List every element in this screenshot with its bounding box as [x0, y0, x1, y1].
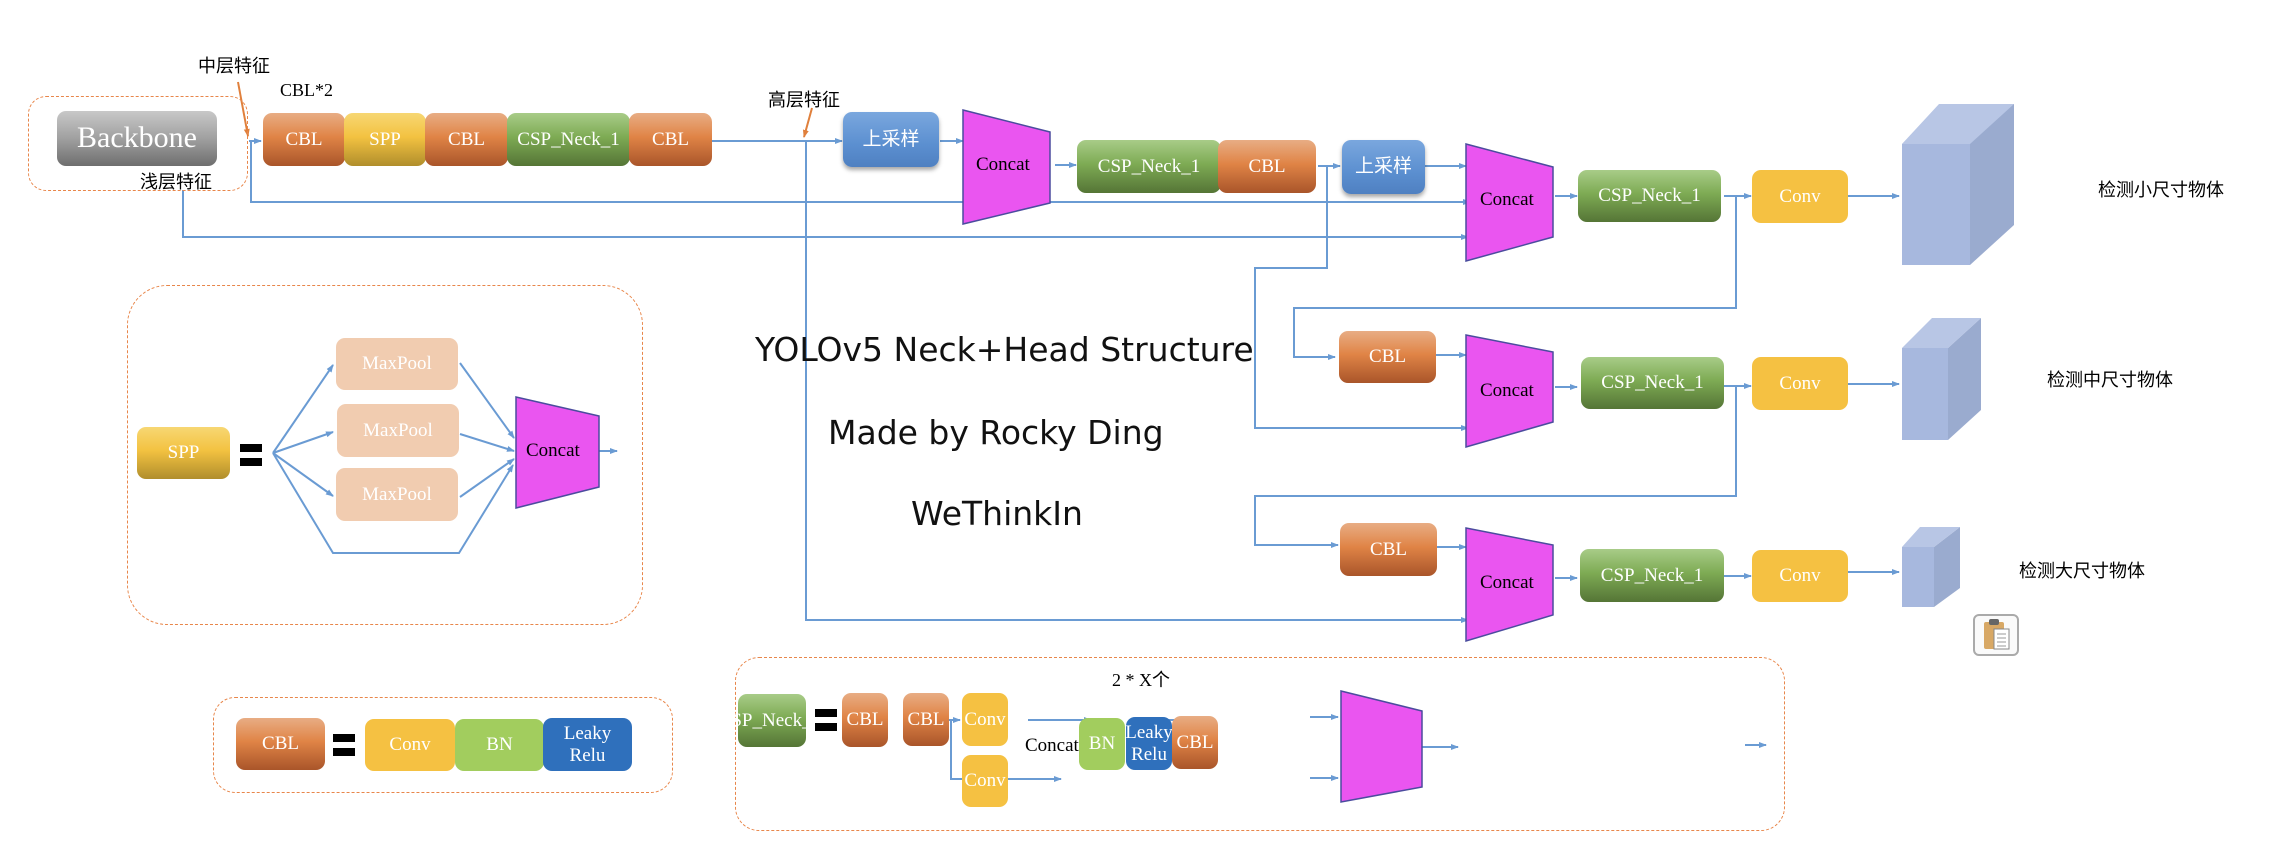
- detect-large-label: 检测大尺寸物体: [2019, 561, 2145, 582]
- top-cbl-2: CBL: [425, 113, 508, 166]
- cbl-large: CBL: [1340, 523, 1437, 576]
- cbl-mid: CBL: [1339, 331, 1436, 383]
- csp-legend-conv-1: Conv: [962, 693, 1008, 746]
- csp-legend-leaky-relu: Leaky Relu: [1125, 717, 1173, 770]
- cbl-part-conv: Conv: [365, 719, 455, 771]
- cube-large: [1902, 527, 1960, 607]
- cbl-x2-label: CBL*2: [280, 80, 334, 100]
- conv-large: Conv: [1752, 550, 1848, 602]
- arrow-high-feature: [802, 107, 813, 138]
- org-line: WeThinkIn: [911, 494, 1083, 533]
- equals-sign-cbl: [333, 734, 355, 756]
- concat-mid-label: Concat: [1480, 380, 1534, 401]
- upsample-1: 上采样: [843, 112, 939, 167]
- detect-small-label: 检测小尺寸物体: [2098, 180, 2224, 201]
- csp-legend-conv-2: Conv: [962, 755, 1008, 807]
- spp-legend-block: SPP: [137, 427, 230, 479]
- concat-2-label: Concat: [1480, 189, 1534, 210]
- diagram-title: YOLOv5 Neck+Head Structure: [755, 330, 1254, 369]
- maxpool-1: MaxPool: [336, 338, 458, 390]
- two-x-label: 2 * X个: [1112, 670, 1170, 690]
- csp-legend-cbl-2: CBL: [903, 693, 949, 746]
- csp-legend-cbl-out: CBL: [1172, 716, 1218, 769]
- conv-mid: Conv: [1752, 357, 1848, 410]
- clipboard-icon[interactable]: [1973, 614, 2019, 656]
- equals-sign-spp: [240, 444, 262, 466]
- top-csp-neck: CSP_Neck_1: [507, 113, 630, 166]
- cube-medium: [1902, 318, 1981, 440]
- neck-csp-small: CSP_Neck_1: [1578, 170, 1721, 222]
- cbl-part-bn: BN: [455, 719, 544, 771]
- csp-legend-concat-label: Concat: [1025, 735, 1079, 756]
- neck-csp-mid: CSP_Neck_1: [1581, 357, 1724, 409]
- wire-cbl-branch-down: [1254, 166, 1469, 431]
- neck-cbl-1: CBL: [1218, 140, 1316, 193]
- top-spp: SPP: [344, 113, 426, 166]
- spp-concat-label: Concat: [526, 440, 580, 461]
- neck-csp-1: CSP_Neck_1: [1077, 140, 1221, 193]
- upsample-2: 上采样: [1342, 140, 1425, 194]
- csp-legend-cbl-1: CBL: [842, 693, 888, 747]
- top-cbl-1: CBL: [263, 113, 345, 166]
- author-line: Made by Rocky Ding: [828, 413, 1164, 452]
- concat-1-label: Concat: [976, 154, 1030, 175]
- conv-small: Conv: [1752, 170, 1848, 223]
- cbl-part-leaky-relu: Leaky Relu: [543, 718, 632, 771]
- shallow-feature-label: 浅层特征: [140, 172, 212, 193]
- mid-feature-label: 中层特征: [198, 56, 270, 77]
- detect-medium-label: 检测中尺寸物体: [2047, 370, 2173, 391]
- backbone-block: Backbone: [57, 111, 217, 166]
- equals-sign-csp: [815, 709, 837, 731]
- maxpool-3: MaxPool: [336, 468, 458, 521]
- neck-csp-large: CSP_Neck_1: [1580, 549, 1724, 602]
- high-feature-label: 高层特征: [768, 90, 840, 111]
- wire-shallow-to-concat-small: [182, 190, 1469, 240]
- csp-legend-group: [735, 657, 1785, 831]
- csp-legend-bn: BN: [1079, 718, 1125, 770]
- maxpool-2: MaxPool: [337, 404, 459, 457]
- concat-large-label: Concat: [1480, 572, 1534, 593]
- cube-small: [1902, 104, 2014, 265]
- cbl-legend-block: CBL: [236, 718, 325, 770]
- csp-legend-block: CSP_Neck_X: [719, 694, 825, 747]
- top-cbl-3: CBL: [629, 113, 712, 166]
